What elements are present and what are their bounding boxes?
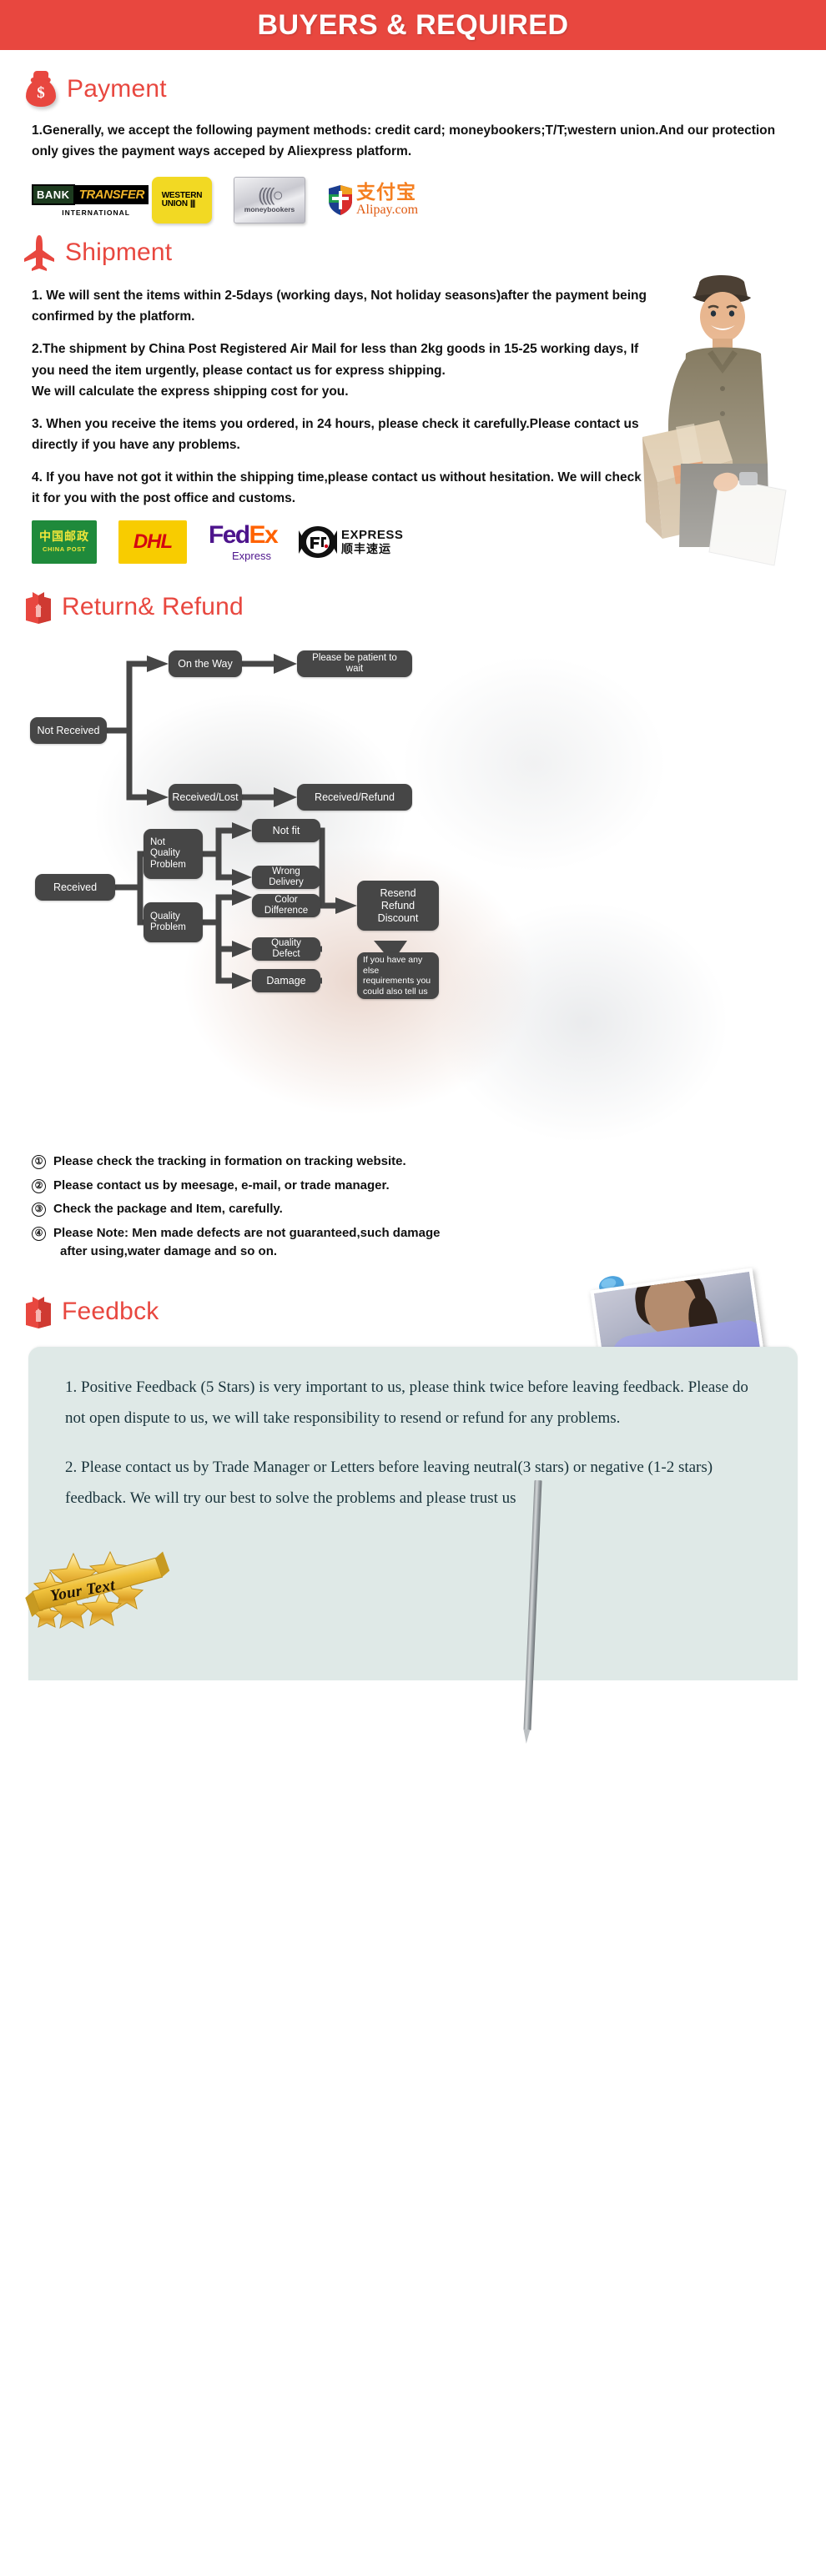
shipment-paragraph-2: 2.The shipment by China Post Registered … xyxy=(32,342,639,399)
shipment-logo-row: 中国邮政 CHINA POST DHL FedEx Express EXPRES… xyxy=(0,509,826,565)
flow-node-received-lost: Received/Lost xyxy=(169,784,242,811)
return-refund-section: Return& Refund Not Received On the Way P… xyxy=(0,564,826,1262)
moneybookers-swirl-icon: ((((○ xyxy=(258,183,284,205)
gold-star-badge: Your Text xyxy=(22,1550,172,1630)
shipment-paragraph-1: 1. We will sent the items within 2-5days… xyxy=(32,289,647,324)
note-marker-4: ④ xyxy=(32,1226,46,1241)
note-marker-1: ① xyxy=(32,1155,46,1170)
sf-express-logo: EXPRESS 顺丰速运 xyxy=(299,525,403,559)
feedback-section: Feedbck Feedback 1. Positive Feedback (5… xyxy=(0,1267,826,1730)
shipment-heading: Shipment xyxy=(0,233,826,272)
bank-transfer-word-transfer: TRANSFER xyxy=(74,184,149,204)
open-box-icon xyxy=(23,590,53,625)
western-union-logo: WESTERN UNION ||| xyxy=(152,177,212,224)
shipment-body: 1. We will sent the items within 2-5days… xyxy=(0,272,826,509)
note-marker-2: ② xyxy=(32,1178,46,1193)
dhl-wordmark: DHL xyxy=(133,530,173,554)
shipment-paragraph-4: 4. If you have not got it within the shi… xyxy=(32,470,642,506)
flow-node-please-wait: Please be patient to wait xyxy=(297,650,412,678)
feedback-paragraph-2: 2. Please contact us by Trade Manager or… xyxy=(65,1458,713,1507)
return-refund-flowchart: Not Received On the Way Please be patien… xyxy=(0,630,826,1148)
feedback-heading-label: Feedbck xyxy=(62,1297,159,1325)
flow-node-else-requirements: If you have any else requirements you co… xyxy=(357,952,439,1000)
fedex-word-ex: Ex xyxy=(249,520,279,549)
payment-body: 1.Generally, we accept the following pay… xyxy=(0,108,826,162)
fedex-word-fed: Fed xyxy=(209,520,250,549)
note-text-3: Check the package and Item, carefully. xyxy=(53,1202,283,1217)
note-item-3: ③ Check the package and Item, carefully. xyxy=(32,1200,798,1219)
flow-node-quality-defect: Quality Defect xyxy=(252,937,320,962)
fedex-word-express: Express xyxy=(232,549,271,562)
china-post-chinese-label: 中国邮政 xyxy=(39,530,89,545)
sf-chinese-label: 顺丰速运 xyxy=(341,542,392,556)
flow-node-received: Received xyxy=(35,874,115,901)
shipment-paragraph-3: 3. When you receive the items you ordere… xyxy=(32,416,639,452)
moneybookers-logo: ((((○ moneybookers xyxy=(234,177,305,224)
note-text-1: Please check the tracking in formation o… xyxy=(53,1154,406,1169)
flow-node-on-the-way: On the Way xyxy=(169,650,242,678)
page-banner: BUYERS & REQUIRED xyxy=(0,0,826,50)
shipment-heading-label: Shipment xyxy=(65,239,173,267)
alipay-domain-label: Alipay.com xyxy=(356,203,419,218)
shipment-section: Shipment 1. We will sent the items withi… xyxy=(0,223,826,623)
flow-node-quality-problem: Quality Problem xyxy=(144,902,203,943)
alipay-logo: 支付宝 Alipay.com xyxy=(327,183,418,217)
payment-paragraph-1: 1.Generally, we accept the following pay… xyxy=(32,123,776,159)
pencil-icon xyxy=(523,1479,542,1730)
return-refund-heading: Return& Refund xyxy=(0,575,826,625)
return-refund-heading-label: Return& Refund xyxy=(62,593,244,621)
western-union-bars-icon: ||| xyxy=(189,199,195,209)
note-text-2: Please contact us by meesage, e-mail, or… xyxy=(53,1178,390,1193)
china-post-logo: 中国邮政 CHINA POST xyxy=(32,520,97,565)
payment-heading: $ Payment xyxy=(0,70,826,108)
note-text-4-cont: after using,water damage and so on. xyxy=(60,1244,278,1259)
flow-node-color-difference: Color Difference xyxy=(252,894,320,918)
airplane-icon xyxy=(23,233,57,272)
alipay-shield-icon xyxy=(327,184,354,216)
bank-transfer-logo: BANK TRANSFER INTERNATIONAL xyxy=(32,182,149,218)
bank-transfer-word-bank: BANK xyxy=(32,183,75,205)
flow-node-received-refund: Received/Refund xyxy=(297,784,412,811)
feedback-paragraph-1: 1. Positive Feedback (5 Stars) is very i… xyxy=(65,1378,748,1427)
flow-node-damage: Damage xyxy=(252,969,320,993)
money-bag-icon: $ xyxy=(23,70,58,108)
payment-logo-row: BANK TRANSFER INTERNATIONAL WESTERN UNIO… xyxy=(0,162,826,224)
flow-node-not-quality-problem: Not Quality Problem xyxy=(144,829,203,880)
payment-heading-label: Payment xyxy=(67,75,167,103)
page-title: BUYERS & REQUIRED xyxy=(257,8,569,41)
sf-express-label: EXPRESS xyxy=(341,528,404,543)
note-marker-3: ③ xyxy=(32,1203,46,1218)
badge-text: Your Text xyxy=(48,1576,117,1605)
flow-node-resend-refund-discount: Resend Refund Discount xyxy=(357,881,439,931)
note-item-1: ① Please check the tracking in formation… xyxy=(32,1152,798,1172)
open-box-icon xyxy=(23,1295,53,1328)
payment-section: $ Payment 1.Generally, we accept the fol… xyxy=(0,50,826,224)
flow-node-not-received: Not Received xyxy=(30,717,107,745)
fedex-logo: FedEx Express xyxy=(209,520,279,562)
note-item-4: ④ Please Note: Men made defects are not … xyxy=(32,1224,798,1262)
china-post-english-label: CHINA POST xyxy=(43,545,86,554)
return-refund-notes: ① Please check the tracking in formation… xyxy=(0,1147,826,1262)
moneybookers-label: moneybookers xyxy=(244,204,295,213)
alipay-chinese-label: 支付宝 xyxy=(356,182,416,204)
bank-transfer-word-international: INTERNATIONAL xyxy=(62,208,130,218)
sf-emblem-icon xyxy=(299,525,338,559)
flow-node-not-fit: Not fit xyxy=(252,819,320,843)
flow-node-wrong-delivery: Wrong Delivery xyxy=(252,866,320,890)
western-union-line2: UNION xyxy=(161,199,188,209)
note-item-2: ② Please contact us by meesage, e-mail, … xyxy=(32,1177,798,1196)
note-text-4: Please Note: Men made defects are not gu… xyxy=(53,1225,441,1240)
dhl-logo: DHL xyxy=(118,520,187,565)
